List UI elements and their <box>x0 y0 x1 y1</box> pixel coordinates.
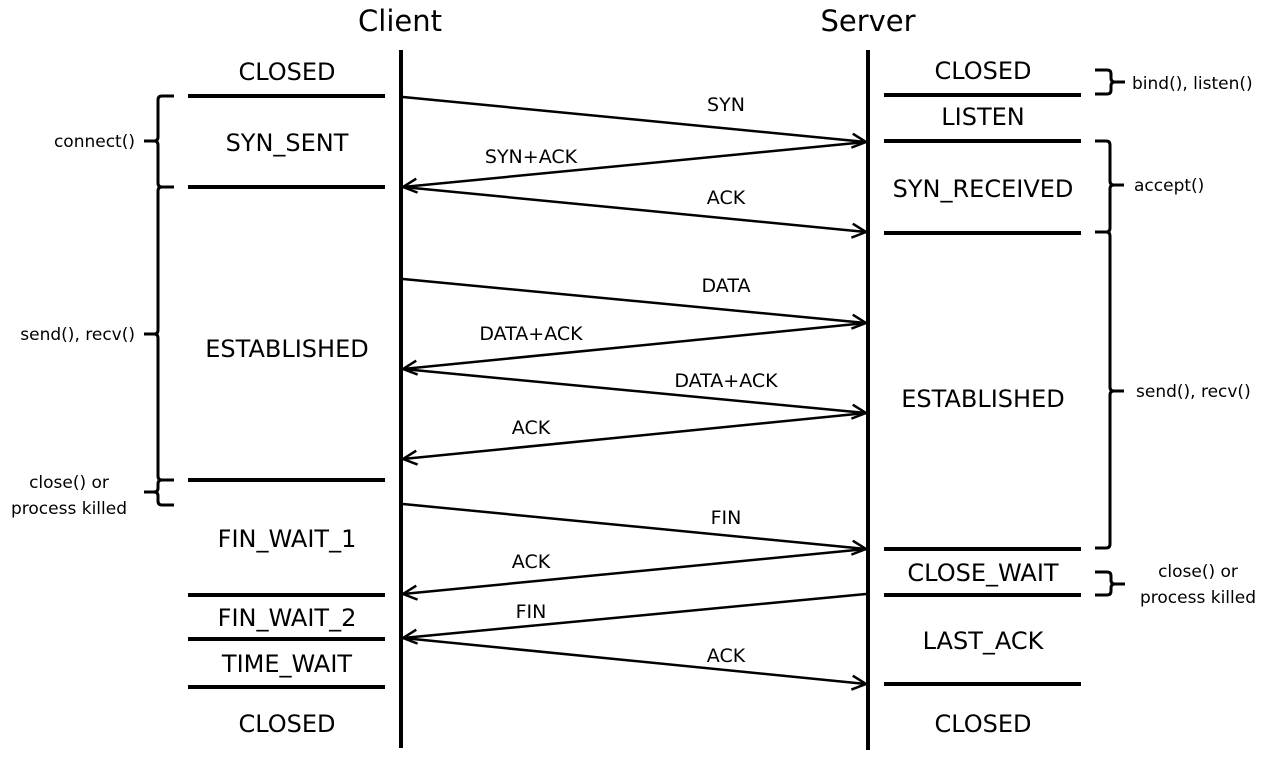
client-state-dividers <box>188 94 385 689</box>
server-state-last-ack: LAST_ACK <box>923 627 1045 655</box>
client-title: Client <box>358 4 442 38</box>
server-call-close-line1: close() or <box>1158 562 1238 582</box>
arrow-ack <box>402 185 866 232</box>
message-label: ACK <box>512 417 551 439</box>
message-label: DATA <box>702 275 751 297</box>
arrow-ack <box>403 411 867 459</box>
message-label: ACK <box>707 645 746 667</box>
arrow-ack <box>402 636 866 684</box>
message-label: ACK <box>707 187 746 209</box>
client-call-close-line1: close() or <box>29 473 109 493</box>
message-label: ACK <box>512 551 551 573</box>
brace-bind-listen <box>1095 68 1125 96</box>
tcp-state-diagram: Client Server CLOSED SYN_SENT ESTABLISHE… <box>11 4 1256 750</box>
server-state-close-wait: CLOSE_WAIT <box>907 559 1058 587</box>
client-state-established: ESTABLISHED <box>205 335 368 363</box>
server-state-listen: LISTEN <box>941 103 1024 131</box>
client-braces <box>144 94 174 507</box>
server-title: Server <box>820 4 915 38</box>
arrow-fin <box>403 592 867 638</box>
server-call-bind-listen: bind(), listen() <box>1132 74 1253 94</box>
client-state-fin-wait-1: FIN_WAIT_1 <box>218 525 357 553</box>
arrow-syn-ack <box>403 140 867 187</box>
message-label: FIN <box>516 601 547 623</box>
client-state-fin-wait-2: FIN_WAIT_2 <box>218 604 357 632</box>
client-call-send-recv: send(), recv() <box>20 325 135 345</box>
message-label: FIN <box>711 507 742 529</box>
server-call-close-line2: process killed <box>1140 588 1256 608</box>
client-state-closed-final: CLOSED <box>238 710 335 738</box>
client-state-time-wait: TIME_WAIT <box>221 650 353 678</box>
arrow-fin <box>402 502 866 549</box>
server-state-closed-final: CLOSED <box>934 710 1031 738</box>
message-label: SYN <box>707 94 745 116</box>
server-state-established: ESTABLISHED <box>901 385 1064 413</box>
message-label: SYN+ACK <box>485 146 578 168</box>
arrow-ack <box>403 547 867 594</box>
message-label: DATA+ACK <box>479 323 583 345</box>
server-braces <box>1095 68 1125 597</box>
brace-send-recv <box>1095 230 1124 550</box>
brace-close <box>1095 570 1125 597</box>
arrow-syn <box>402 95 866 142</box>
arrow-data <box>402 277 866 323</box>
server-state-syn-received: SYN_RECEIVED <box>893 175 1074 203</box>
arrow-data-ack <box>402 367 866 413</box>
message-label: DATA+ACK <box>674 370 778 392</box>
client-call-close-line2: process killed <box>11 499 127 519</box>
server-call-accept: accept() <box>1134 176 1204 196</box>
message-arrows <box>402 95 867 684</box>
arrow-data-ack <box>403 321 867 369</box>
server-call-send-recv: send(), recv() <box>1136 382 1251 402</box>
server-state-closed: CLOSED <box>934 57 1031 85</box>
brace-close <box>144 478 174 507</box>
client-state-closed: CLOSED <box>238 58 335 86</box>
brace-accept <box>1095 139 1124 234</box>
brace-send-recv <box>144 185 174 482</box>
client-call-connect: connect() <box>54 132 135 152</box>
client-state-syn-sent: SYN_SENT <box>226 129 349 157</box>
brace-connect <box>144 94 174 189</box>
